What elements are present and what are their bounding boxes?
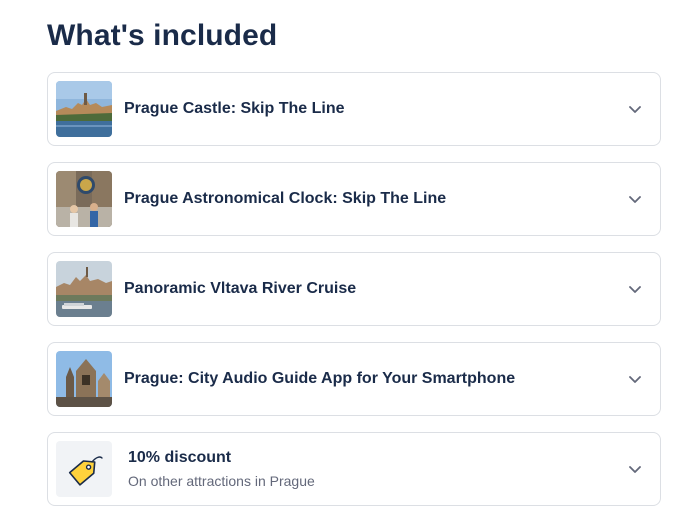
included-list: Prague Castle: Skip The Line Prague Astr… — [47, 72, 661, 506]
included-item-title: Panoramic Vltava River Cruise — [124, 280, 357, 297]
astronomical-clock-thumbnail — [56, 171, 112, 227]
included-item-title: Prague Castle: Skip The Line — [124, 100, 345, 117]
included-item-title: Prague Astronomical Clock: Skip The Line — [124, 190, 447, 207]
discount-subtitle: On other attractions in Prague — [128, 473, 315, 489]
chevron-down-icon[interactable] — [626, 100, 644, 118]
discount-text: 10% discount On other attractions in Pra… — [128, 448, 626, 490]
price-tag-icon — [68, 456, 103, 486]
chevron-down-icon[interactable] — [626, 190, 644, 208]
prague-castle-thumbnail — [56, 81, 112, 137]
included-item-title: Prague: City Audio Guide App for Your Sm… — [124, 370, 516, 387]
chevron-down-icon[interactable] — [626, 460, 644, 478]
discount-title: 10% discount — [128, 449, 232, 466]
chevron-down-icon[interactable] — [626, 370, 644, 388]
included-item-river-cruise[interactable]: Panoramic Vltava River Cruise — [47, 252, 661, 326]
included-item-prague-castle[interactable]: Prague Castle: Skip The Line — [47, 72, 661, 146]
included-item-discount[interactable]: 10% discount On other attractions in Pra… — [47, 432, 661, 506]
section-heading: What's included — [47, 19, 278, 52]
whats-included-section: What's included Prague Castle: Skip The … — [0, 0, 684, 524]
included-item-astronomical-clock[interactable]: Prague Astronomical Clock: Skip The Line — [47, 162, 661, 236]
discount-thumbnail — [56, 441, 112, 497]
included-item-audio-guide[interactable]: Prague: City Audio Guide App for Your Sm… — [47, 342, 661, 416]
audio-guide-thumbnail — [56, 351, 112, 407]
river-cruise-thumbnail — [56, 261, 112, 317]
chevron-down-icon[interactable] — [626, 280, 644, 298]
